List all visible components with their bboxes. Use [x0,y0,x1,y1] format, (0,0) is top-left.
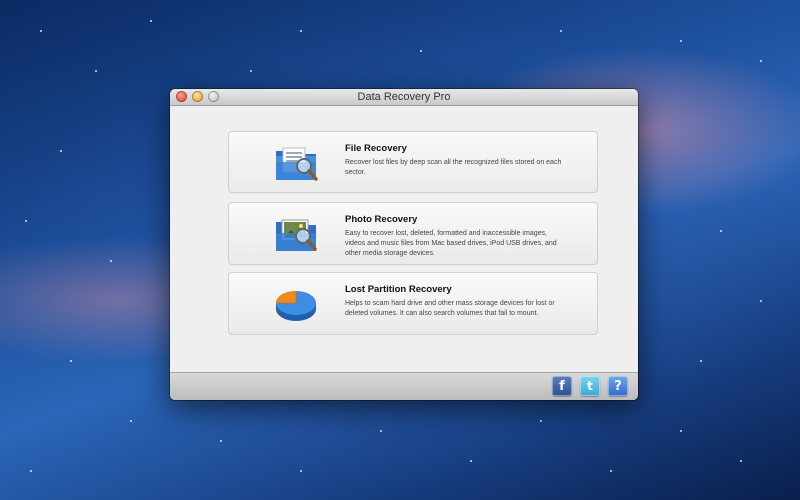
twitter-icon: t [587,379,593,393]
social-buttons: f t ? [552,376,628,396]
lost-partition-recovery-text: Lost Partition Recovery Helps to scam ha… [345,284,569,319]
photo-recovery-text: Photo Recovery Easy to recover lost, del… [345,214,569,259]
folder-magnifier-icon [273,142,319,184]
pie-chart-icon [273,283,319,325]
option-title: Lost Partition Recovery [345,284,452,295]
twitter-button[interactable]: t [580,376,600,396]
option-description: Easy to recover lost, deleted, formatted… [345,230,557,257]
option-title: Photo Recovery [345,214,418,225]
main-content: File Recovery Recover lost files by deep… [170,106,638,372]
lost-partition-recovery-option[interactable]: Lost Partition Recovery Helps to scam ha… [228,272,598,335]
file-recovery-option[interactable]: File Recovery Recover lost files by deep… [228,131,598,193]
title-bar[interactable]: Data Recovery Pro [170,89,638,106]
file-recovery-text: File Recovery Recover lost files by deep… [345,143,569,178]
option-description: Helps to scam hard drive and other mass … [345,300,555,317]
app-window: Data Recovery Pro File Recovery Recover … [170,89,638,400]
help-button[interactable]: ? [608,376,628,396]
photo-recovery-option[interactable]: Photo Recovery Easy to recover lost, del… [228,202,598,265]
bottom-toolbar: f t ? [170,372,638,400]
option-description: Recover lost files by deep scan all the … [345,159,562,176]
window-title: Data Recovery Pro [357,91,451,103]
option-title: File Recovery [345,143,407,154]
facebook-button[interactable]: f [552,376,572,396]
facebook-icon: f [559,378,565,394]
photo-folder-icon [273,213,319,255]
help-icon: ? [614,378,622,394]
